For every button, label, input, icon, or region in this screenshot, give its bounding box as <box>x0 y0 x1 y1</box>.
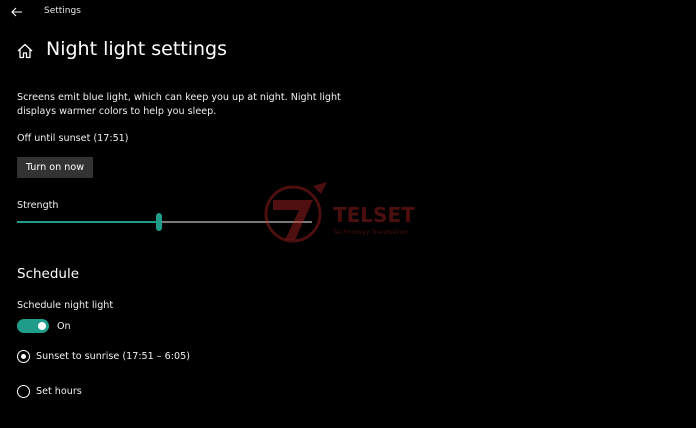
radio-unselected-icon <box>17 384 30 398</box>
radio-sunset-to-sunrise[interactable]: Sunset to sunrise (17:51 – 6:05) <box>17 348 190 364</box>
radio-selected-icon <box>17 349 30 363</box>
page-title: Night light settings <box>46 38 228 60</box>
radio-dot <box>21 353 26 359</box>
description-text: Screens emit blue light, which can keep … <box>17 92 341 117</box>
back-button[interactable] <box>6 3 28 21</box>
toggle-state-label: On <box>57 321 71 332</box>
schedule-section-title: Schedule <box>17 266 80 282</box>
schedule-night-light-label: Schedule night light <box>17 300 114 311</box>
home-icon[interactable] <box>16 42 34 60</box>
telset-watermark-logo: TELSET Technology Trendsetter <box>264 182 415 243</box>
strength-label: Strength <box>17 200 59 211</box>
svg-text:TELSET: TELSET <box>333 203 415 227</box>
radio-label: Set hours <box>36 385 82 397</box>
toggle-knob <box>38 322 46 330</box>
status-text: Off until sunset (17:51) <box>17 133 129 144</box>
slider-thumb[interactable] <box>156 213 162 231</box>
slider-fill <box>17 221 159 223</box>
arrow-left-icon <box>11 7 22 17</box>
window-title: Settings <box>44 6 81 16</box>
radio-set-hours[interactable]: Set hours <box>17 383 82 399</box>
turn-on-now-button[interactable]: Turn on now <box>17 157 93 178</box>
svg-text:Technology Trendsetter: Technology Trendsetter <box>332 228 409 236</box>
title-bar: Settings <box>0 0 696 24</box>
schedule-toggle[interactable] <box>17 319 49 333</box>
radio-label: Sunset to sunrise (17:51 – 6:05) <box>36 350 190 362</box>
